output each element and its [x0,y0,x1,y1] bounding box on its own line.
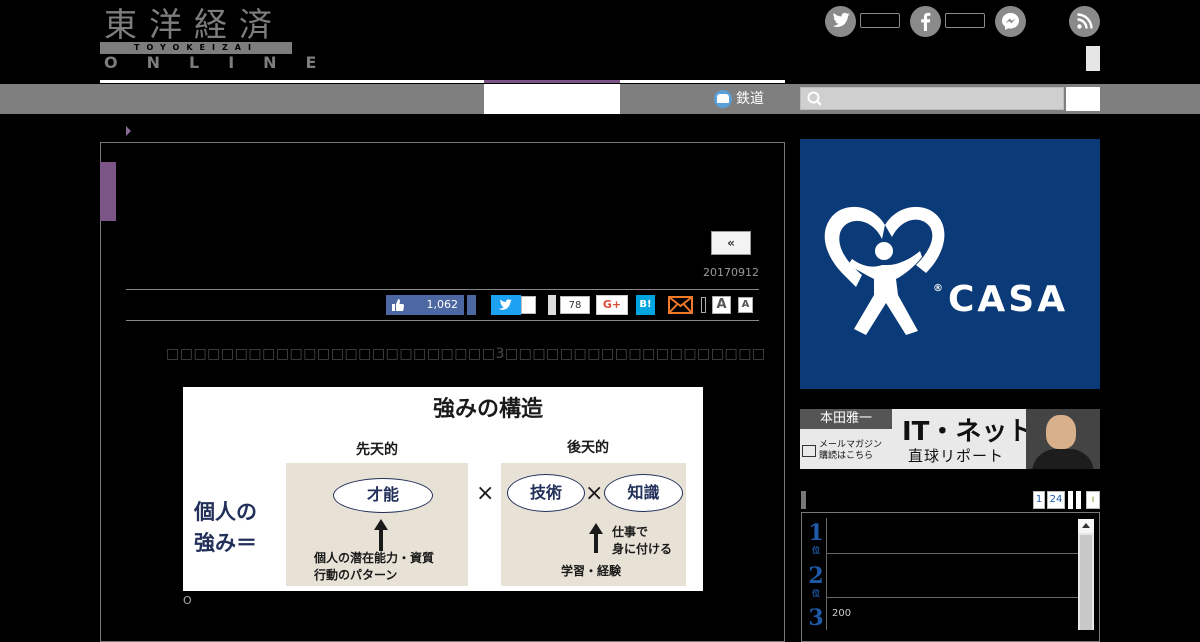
hatena-bookmark-button[interactable]: B! [636,295,655,315]
ad-casa-reg: ® [933,283,946,294]
ranking-row-divider [826,553,1078,554]
figure-talent-source-line1: 個人の潜在能力・資質 [314,551,435,565]
nav-item-railway-label: 鉄道 [736,91,764,107]
logo-main-text: 東洋経済 [104,5,284,44]
figure-talent-source: 個人の潜在能力・資質 行動のパターン [314,550,434,584]
figure-title: 強みの構造 [432,397,543,422]
ranking-tab-weekly[interactable] [1068,491,1073,509]
figure-subject: 個人の 強み＝ [194,497,257,559]
search-icon [807,91,822,106]
ranking-number-1[interactable]: 1 位 [806,520,826,554]
top-rule [100,80,785,83]
ranking-suffix-2: 位 [812,588,820,598]
newsletter-title: IT・ネット [902,417,1034,447]
google-plus-button[interactable]: G+ [596,295,628,315]
ranking-tab-monthly[interactable] [1076,491,1081,509]
search-button[interactable] [1066,87,1100,111]
figure-label-innate: 先天的 [356,442,398,458]
newsletter-cta: メールマガジン 購読はこちら [819,440,882,462]
ranking-column-divider [826,518,827,630]
article-date: 20170912 [703,266,759,279]
facebook-like-count-text: 1,062 [426,298,459,311]
ranking-num-2: 2 [808,563,824,589]
facebook-share-button[interactable] [467,295,476,315]
casa-heart-logo-icon [824,206,945,335]
share-divider-top [126,289,759,290]
figure-oval-skill: 技術 [507,474,585,512]
ranking-tab-1h[interactable]: 1 [1033,491,1045,509]
figure-subject-line1: 個人の [194,500,257,524]
nav-tab-active[interactable] [484,84,620,114]
article-figure: 強みの構造 先天的 後天的 個人の 強み＝ 才能 × 技術 × 知識 個人の潜在… [183,387,703,591]
ranking-scroll-thumb[interactable] [1080,535,1092,630]
facebook-like-count [945,13,985,28]
figure-acquire-note: 仕事で 身に付ける [612,524,672,558]
tweet-count [521,296,536,314]
rss-icon[interactable] [1069,6,1100,37]
breadcrumb-arrow-icon[interactable] [126,126,131,136]
author-photo [1026,409,1100,469]
ranking-list [801,512,1100,642]
thumbs-up-icon [392,299,404,311]
figure-label-acquired: 後天的 [567,440,609,456]
print-button[interactable] [701,297,706,313]
mail-icon[interactable] [668,296,693,314]
font-size-large-button[interactable]: A [712,296,731,314]
share-divider-bottom [126,320,759,321]
hatena-bookmark-count: 78 [560,296,590,314]
ranking-num-1: 1 [808,520,824,546]
ranking-num-3: 3 [808,605,824,631]
figure-acquire-line1: 仕事で [612,525,649,539]
ranking-row-divider-2 [826,597,1078,598]
twitter-bird-icon [499,299,512,310]
figure-subject-line2: 強み＝ [194,531,257,555]
figure-times-2: × [585,481,604,506]
ad-banner-casa[interactable]: ®CASA [800,139,1100,389]
article-lead-text: □□□□□□□□□□□□□□□□□□□□□□□□3□□□□□□□□□□□□□□□… [166,346,766,362]
ranking-tab-extra[interactable]: ı [1086,491,1100,509]
ranking-tab-extra-glyph: ı [1091,494,1095,505]
figure-oval-knowledge: 知識 [604,474,683,512]
envelope-icon [802,445,816,457]
arrow-up-icon [374,519,388,551]
ranking-tab-24h[interactable]: 24 [1047,491,1065,509]
font-size-small-button[interactable]: A [738,297,753,313]
ranking-number-3[interactable]: 3 [806,605,826,631]
logo-online-text: ONLINE [104,53,346,72]
newsletter-author: 本田雅一 [800,409,892,429]
facebook-like-button[interactable]: 1,062 [386,295,464,315]
ranking-item-3-text[interactable]: 200 [832,608,851,619]
newsletter-cta-line1: メールマガジン [819,440,883,450]
twitter-follow-count [860,13,900,28]
top-rule-accent [484,80,620,83]
tweet-button[interactable] [491,295,521,315]
figure-acquire-line2: 身に付ける [612,542,673,556]
newsletter-cta-line2: 購読はこちら [819,451,874,461]
scroll-up-arrow-icon[interactable] [1078,519,1094,533]
newsletter-subtitle: 直球リポート [908,447,1005,465]
ad-casa-wordmark: ®CASA [933,279,1068,320]
ranking-header-marker [801,491,806,509]
figure-learning: 学習・経験 [561,564,622,578]
arrow-up-icon-2 [589,523,603,553]
twitter-icon[interactable] [825,6,856,37]
header-small-button[interactable] [1086,46,1100,71]
ranking-suffix-1: 位 [812,545,820,555]
nav-item-railway[interactable]: 鉄道 [714,87,764,111]
facebook-icon[interactable] [910,6,941,37]
ad-casa-text: CASA [948,279,1069,320]
search-input[interactable] [800,87,1064,110]
figure-talent-source-line2: 行動のパターン [314,568,398,582]
ranking-number-2[interactable]: 2 位 [806,563,826,597]
prev-page-button[interactable]: « [711,231,751,255]
figure-times-1: × [476,481,495,506]
figure-caption: O [183,594,192,607]
messenger-icon[interactable] [995,6,1026,37]
figure-oval-talent: 才能 [333,478,433,513]
category-marker [100,162,116,221]
pocket-button[interactable] [548,295,556,315]
ad-banner-newsletter[interactable]: 本田雅一 IT・ネット 直球リポート メールマガジン 購読はこちら [800,409,1100,469]
train-icon [714,90,732,108]
site-logo[interactable]: 東洋経済 TOYOKEIZAI ONLINE [100,5,316,72]
